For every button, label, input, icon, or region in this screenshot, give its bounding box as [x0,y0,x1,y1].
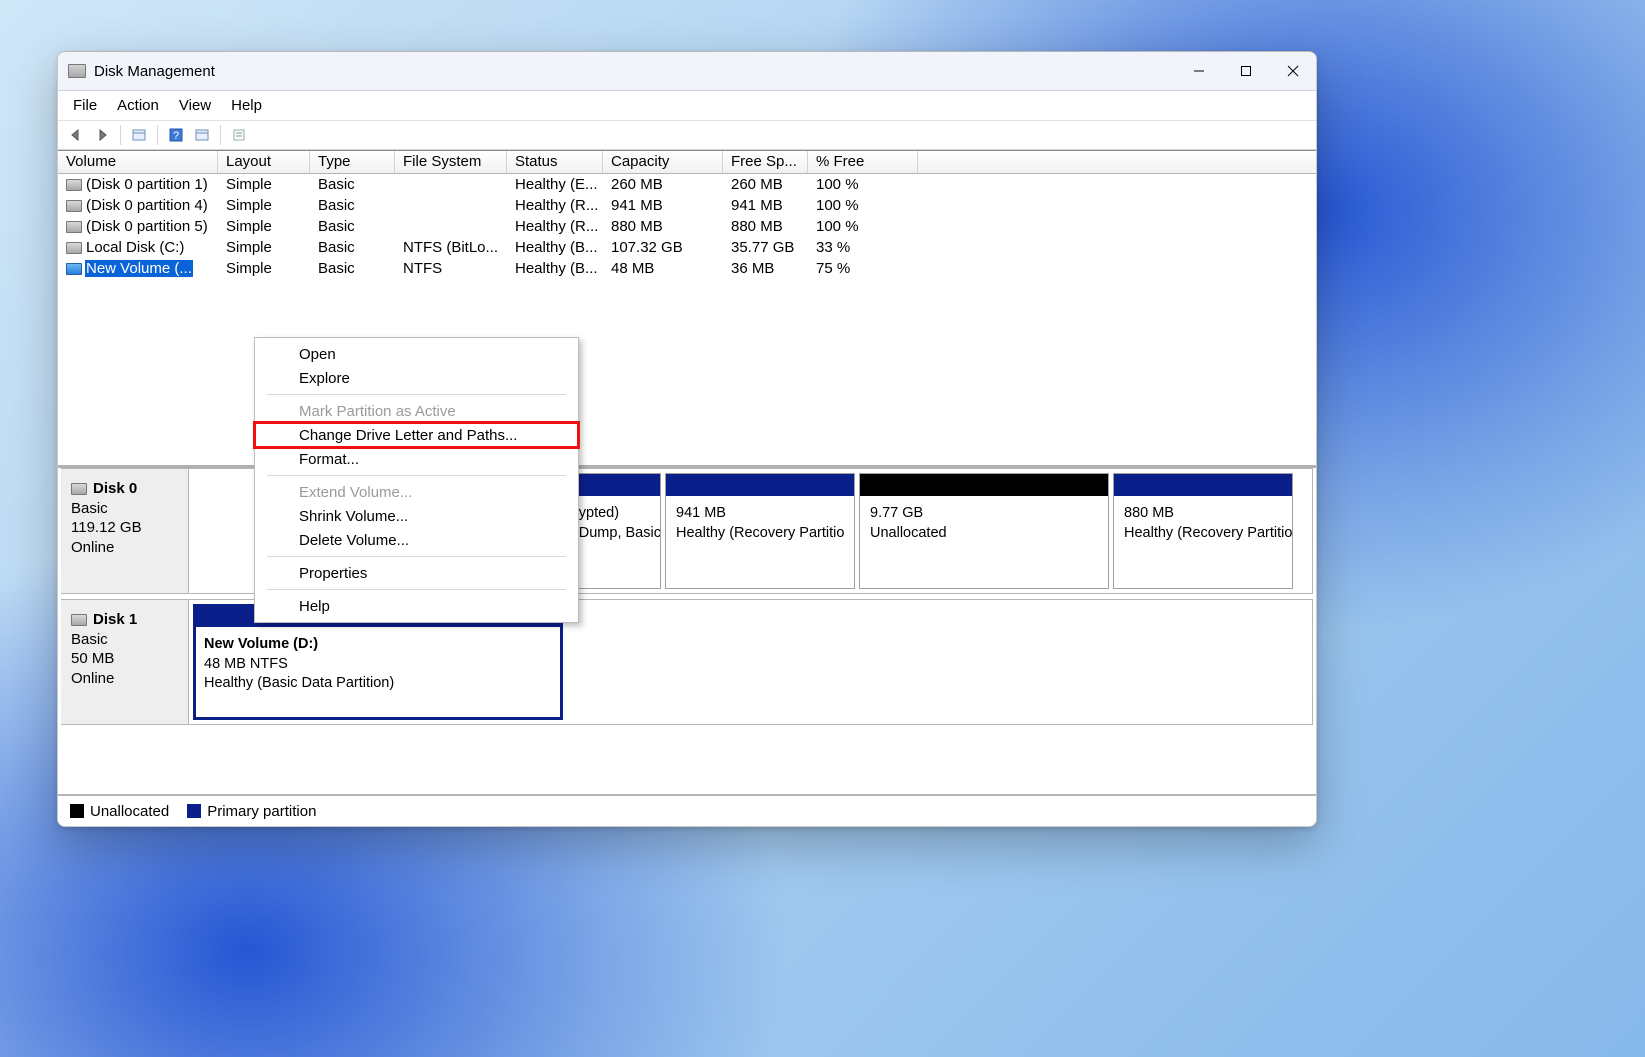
volume-row[interactable]: (Disk 0 partition 4)SimpleBasicHealthy (… [58,195,1316,216]
ctx-explore[interactable]: Explore [255,366,578,390]
app-icon [68,64,86,78]
col-pctfree[interactable]: % Free [808,151,918,173]
volume-row[interactable]: (Disk 0 partition 1)SimpleBasicHealthy (… [58,174,1316,195]
toolbar: ? [58,121,1316,150]
ctx-open[interactable]: Open [255,342,578,366]
help-icon[interactable]: ? [164,124,188,146]
partition-block[interactable]: 9.77 GBUnallocated [859,473,1109,589]
col-capacity[interactable]: Capacity [603,151,723,173]
close-button[interactable] [1269,52,1316,91]
volume-icon [66,242,82,254]
volume-row[interactable]: Local Disk (C:)SimpleBasicNTFS (BitLo...… [58,237,1316,258]
col-volume[interactable]: Volume [58,151,218,173]
menu-help[interactable]: Help [221,91,272,120]
settings-icon[interactable] [190,124,214,146]
ctx-extend-volume: Extend Volume... [255,480,578,504]
menu-bar: File Action View Help [58,91,1316,121]
disk-row-0: Disk 0 Basic 119.12 GB Online ter Encryp… [61,468,1313,594]
menu-view[interactable]: View [169,91,221,120]
refresh-icon[interactable] [127,124,151,146]
disk-icon [71,483,87,495]
disk-icon [71,614,87,626]
back-button[interactable] [64,124,88,146]
col-layout[interactable]: Layout [218,151,310,173]
ctx-help[interactable]: Help [255,594,578,618]
volume-icon [66,263,82,275]
disk-0-label[interactable]: Disk 0 Basic 119.12 GB Online [61,469,189,593]
volume-row[interactable]: (Disk 0 partition 5)SimpleBasicHealthy (… [58,216,1316,237]
partition-block[interactable]: 941 MBHealthy (Recovery Partitio [665,473,855,589]
context-menu: Open Explore Mark Partition as Active Ch… [254,337,579,623]
minimize-button[interactable] [1175,52,1222,91]
volume-list-header: Volume Layout Type File System Status Ca… [58,151,1316,174]
legend-unallocated: Unallocated [70,802,169,820]
ctx-shrink-volume[interactable]: Shrink Volume... [255,504,578,528]
disk-row-1: Disk 1 Basic 50 MB Online New Volume (D:… [61,599,1313,725]
disk-1-label[interactable]: Disk 1 Basic 50 MB Online [61,600,189,724]
ctx-mark-active: Mark Partition as Active [255,399,578,423]
svg-text:?: ? [173,130,179,142]
window-title: Disk Management [94,63,215,80]
ctx-format[interactable]: Format... [255,447,578,471]
partition-block[interactable]: 880 MBHealthy (Recovery Partitio [1113,473,1293,589]
titlebar[interactable]: Disk Management [58,52,1316,91]
maximize-button[interactable] [1222,52,1269,91]
disk-graphical-view: Disk 0 Basic 119.12 GB Online ter Encryp… [58,465,1316,794]
volume-list: Volume Layout Type File System Status Ca… [58,150,1316,465]
forward-button[interactable] [90,124,114,146]
col-type[interactable]: Type [310,151,395,173]
col-filesystem[interactable]: File System [395,151,507,173]
volume-rows[interactable]: (Disk 0 partition 1)SimpleBasicHealthy (… [58,174,1316,465]
menu-file[interactable]: File [63,91,107,120]
properties-icon[interactable] [227,124,251,146]
legend: Unallocated Primary partition [58,794,1316,826]
volume-icon [66,221,82,233]
col-status[interactable]: Status [507,151,603,173]
ctx-properties[interactable]: Properties [255,561,578,585]
volume-row[interactable]: New Volume (...SimpleBasicNTFSHealthy (B… [58,258,1316,279]
volume-icon [66,200,82,212]
ctx-change-drive-letter[interactable]: Change Drive Letter and Paths... [255,423,578,447]
disk-management-window: Disk Management File Action View Help [57,51,1317,827]
ctx-delete-volume[interactable]: Delete Volume... [255,528,578,552]
legend-primary: Primary partition [187,802,316,820]
menu-action[interactable]: Action [107,91,169,120]
col-freespace[interactable]: Free Sp... [723,151,808,173]
volume-icon [66,179,82,191]
